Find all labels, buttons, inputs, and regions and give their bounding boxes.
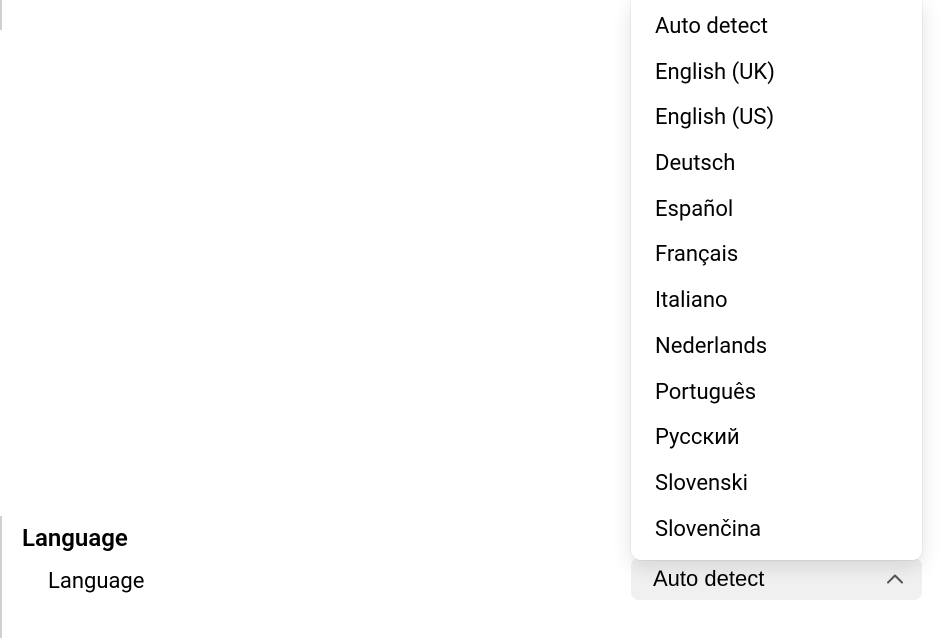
language-option-english-us[interactable]: English (US) xyxy=(631,95,922,141)
language-dropdown-button[interactable]: Auto detect xyxy=(631,558,922,600)
language-option-english-uk[interactable]: English (UK) xyxy=(631,50,922,96)
language-option-russian[interactable]: Русский xyxy=(631,415,922,461)
language-setting-label: Language xyxy=(48,569,144,594)
language-option-francais[interactable]: Français xyxy=(631,232,922,278)
language-option-slovencina[interactable]: Slovenčina xyxy=(631,507,922,553)
language-option-portugues[interactable]: Português xyxy=(631,370,922,416)
language-option-deutsch[interactable]: Deutsch xyxy=(631,141,922,187)
chevron-up-icon xyxy=(886,570,904,588)
language-section-heading: Language xyxy=(22,524,128,552)
language-option-auto-detect[interactable]: Auto detect xyxy=(631,4,922,50)
language-option-nederlands[interactable]: Nederlands xyxy=(631,324,922,370)
panel-divider-bottom xyxy=(0,516,2,638)
language-option-slovenski[interactable]: Slovenski xyxy=(631,461,922,507)
panel-divider-top xyxy=(0,0,2,30)
language-option-espanol[interactable]: Español xyxy=(631,187,922,233)
language-option-italiano[interactable]: Italiano xyxy=(631,278,922,324)
language-dropdown-menu: Auto detect English (UK) English (US) De… xyxy=(631,0,922,560)
language-dropdown-selected: Auto detect xyxy=(653,566,764,592)
